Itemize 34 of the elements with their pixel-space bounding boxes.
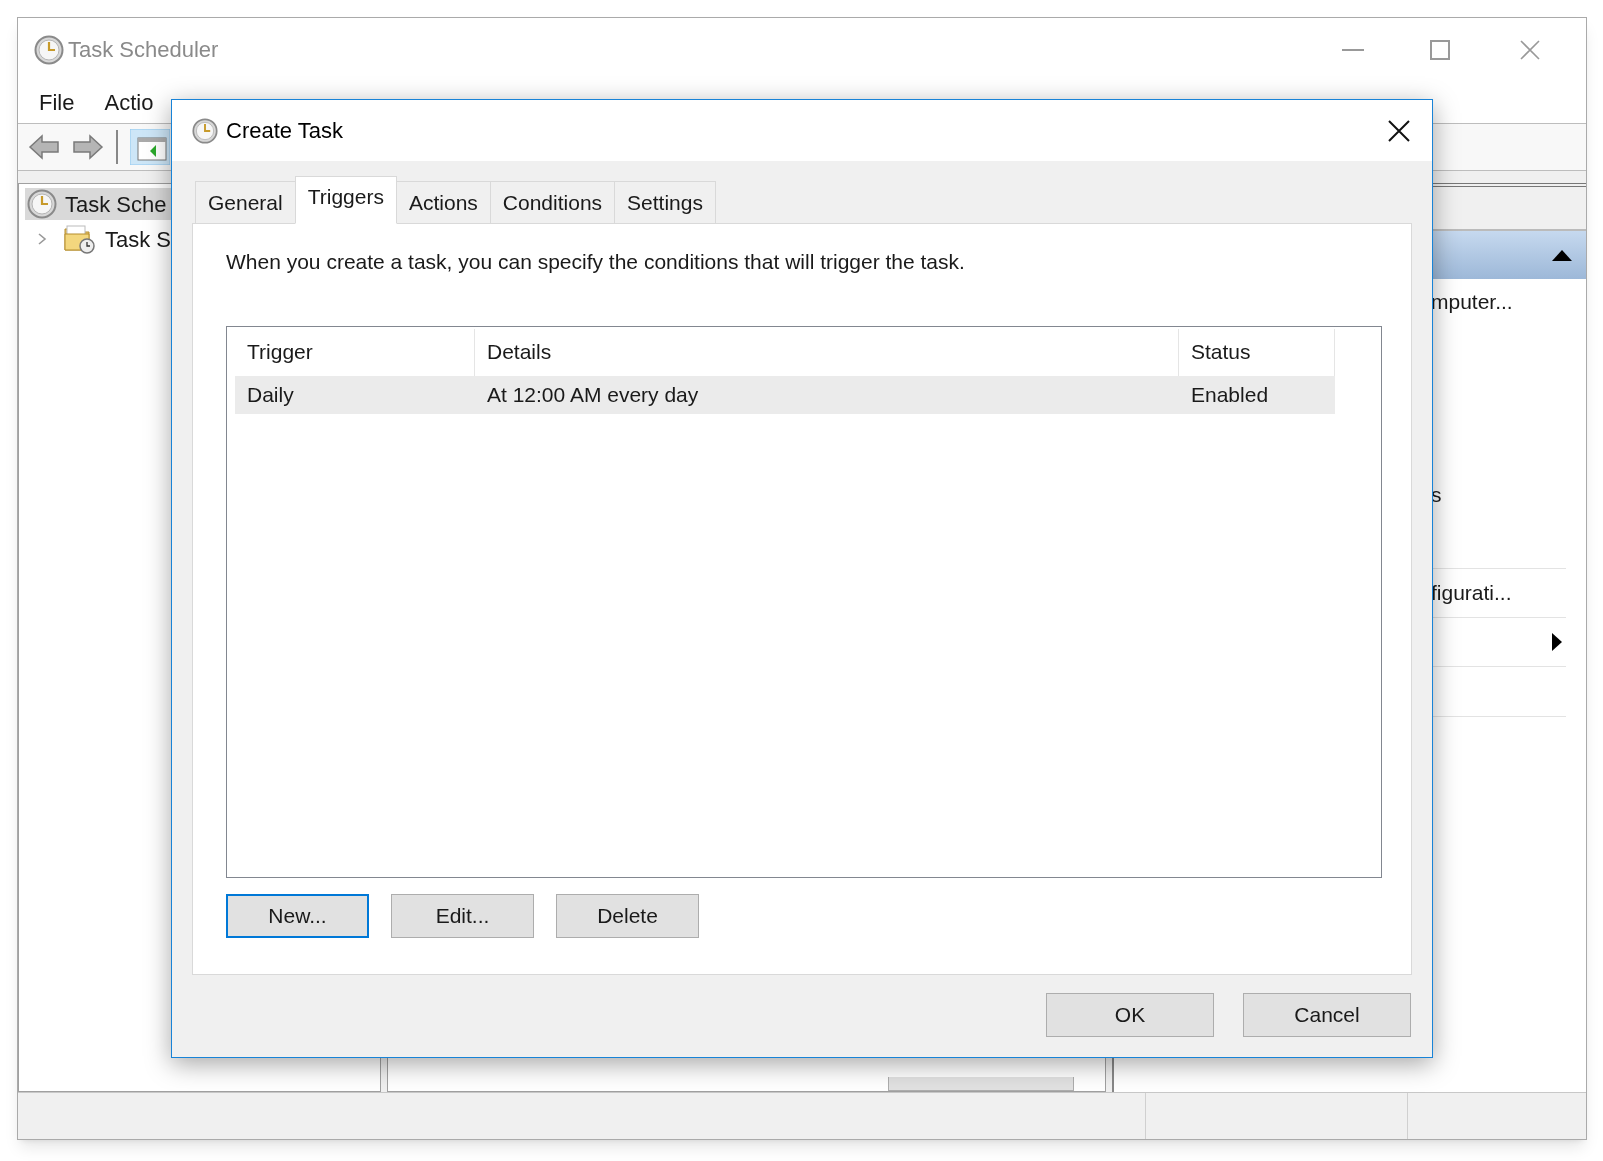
- menu-item[interactable]: File: [39, 85, 75, 119]
- collapse-arrow-icon[interactable]: [1552, 249, 1572, 261]
- menu-item[interactable]: Actio: [104, 85, 154, 119]
- cancel-button[interactable]: Cancel: [1243, 993, 1411, 1037]
- folder-clock-icon: [63, 224, 97, 254]
- forward-arrow-icon[interactable]: [72, 133, 104, 161]
- dialog-button[interactable]: New...: [226, 893, 369, 938]
- back-arrow-icon[interactable]: [28, 133, 60, 161]
- maximize-icon[interactable]: [1430, 39, 1450, 60]
- clock-icon: [27, 189, 57, 219]
- tab[interactable]: Triggers: [294, 176, 397, 224]
- column-header[interactable]: Trigger: [235, 328, 475, 376]
- tab[interactable]: General: [195, 181, 296, 224]
- clock-icon: [192, 117, 218, 144]
- pane-button[interactable]: [888, 1077, 1074, 1091]
- table-cell-text: Daily: [246, 381, 295, 408]
- clock-icon: [34, 34, 64, 65]
- dialog-title: Create Task: [226, 117, 343, 145]
- ok-button[interactable]: OK: [1046, 993, 1214, 1037]
- dialog-button[interactable]: Edit...: [391, 893, 534, 938]
- table-cell-text: At 12:00 AM every day: [486, 381, 700, 408]
- submenu-arrow-icon[interactable]: [1552, 633, 1562, 651]
- tree-item[interactable]: Task Sche: [25, 188, 173, 220]
- dialog-button[interactable]: Delete: [556, 893, 699, 938]
- window-title: Task Scheduler: [68, 36, 219, 64]
- column-header[interactable]: Status: [1179, 328, 1335, 376]
- close-icon[interactable]: [1388, 119, 1410, 142]
- tab[interactable]: Settings: [614, 181, 716, 224]
- description-text: When you create a task, you can specify the conditions that will trigger the task.: [226, 249, 966, 275]
- trigger-row[interactable]: Daily At 12:00 AM every day Enabled: [235, 375, 1335, 414]
- tree-item[interactable]: Task S: [25, 220, 173, 258]
- column-header[interactable]: Details: [475, 328, 1179, 376]
- console-tree-icon[interactable]: [130, 129, 170, 165]
- table-cell-text: Enabled: [1190, 381, 1270, 408]
